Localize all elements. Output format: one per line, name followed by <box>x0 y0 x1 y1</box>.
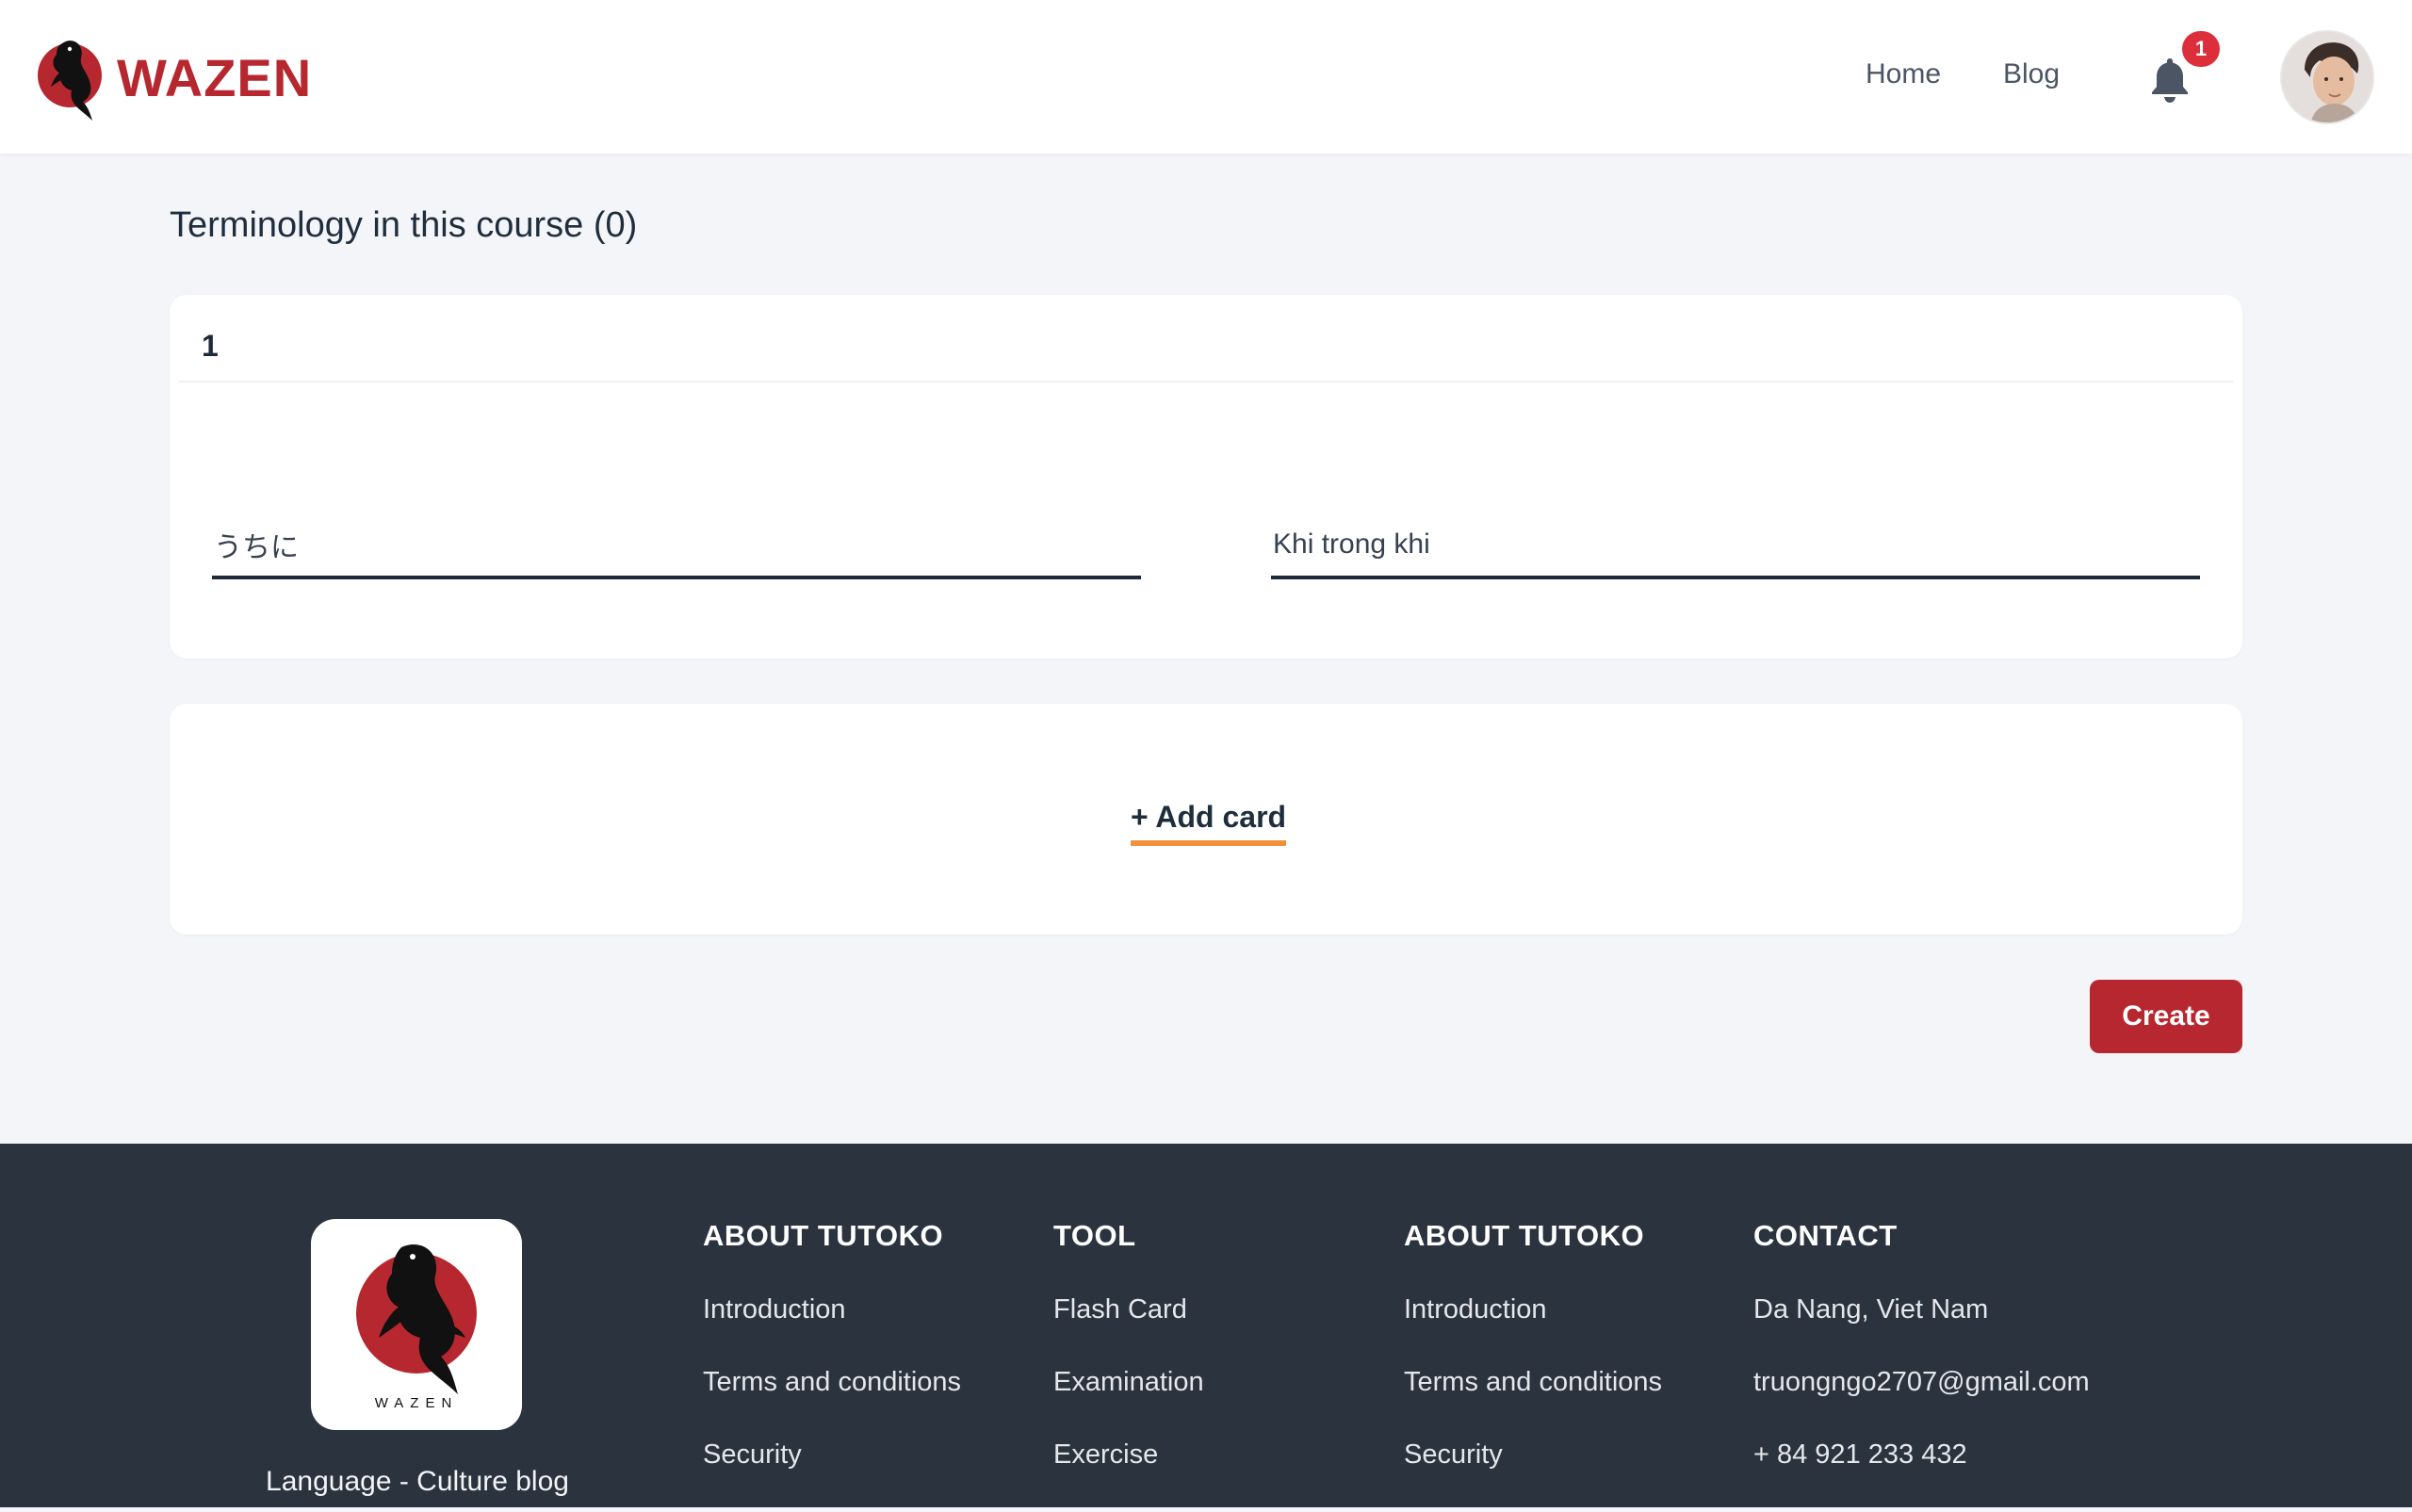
footer-link-security[interactable]: Security <box>1404 1439 1662 1471</box>
definition-input[interactable] <box>1271 521 2200 579</box>
footer-link-terms[interactable]: Terms and conditions <box>1404 1367 1662 1398</box>
notification-bell-icon[interactable] <box>2146 55 2193 104</box>
footer-link-exercise[interactable]: Exercise <box>1053 1439 1204 1471</box>
user-avatar[interactable] <box>2280 30 2374 124</box>
site-footer: WAZEN Language - Culture blog ABOUT TUTO… <box>0 1144 2412 1507</box>
terminology-section-title: Terminology in this course (0) <box>170 205 638 245</box>
footer-tagline: Language - Culture blog <box>266 1466 569 1497</box>
footer-link-introduction[interactable]: Introduction <box>703 1294 961 1325</box>
footer-link-flash-card[interactable]: Flash Card <box>1053 1294 1204 1325</box>
nav-home-link[interactable]: Home <box>1866 58 1941 90</box>
term-card-index: 1 <box>202 329 219 363</box>
add-card-panel: + Add card <box>170 704 2242 935</box>
footer-logo-wordmark: WAZEN <box>375 1395 459 1411</box>
footer-column-title: ABOUT TUTOKO <box>1404 1219 1645 1252</box>
top-navbar: WAZEN Home Blog 1 <box>0 0 2412 154</box>
user-photo-icon <box>2282 32 2372 122</box>
footer-column-about: ABOUT TUTOKO Introduction Terms and cond… <box>703 1219 961 1512</box>
koi-logo-icon: WAZEN <box>356 1244 477 1411</box>
brand-name: WAZEN <box>117 47 313 107</box>
footer-link-examination[interactable]: Examination <box>1053 1367 1204 1398</box>
koi-logo-icon <box>38 41 102 121</box>
brand-logo-link[interactable]: WAZEN <box>36 32 312 122</box>
footer-link-introduction[interactable]: Introduction <box>1404 1294 1662 1325</box>
footer-logo: WAZEN <box>311 1219 522 1430</box>
contact-address: Da Nang, Viet Nam <box>1753 1294 1989 1325</box>
contact-email[interactable]: truongngo2707@gmail.com <box>1753 1367 2090 1398</box>
term-input[interactable] <box>212 521 1141 579</box>
notification-count-badge: 1 <box>2182 31 2220 67</box>
add-card-button[interactable]: + Add card <box>1131 800 1287 846</box>
contact-phone[interactable]: + 84 921 233 432 <box>1753 1439 2090 1471</box>
create-button[interactable]: Create <box>2090 980 2242 1053</box>
nav-blog-link[interactable]: Blog <box>2003 58 2060 90</box>
term-card-divider <box>179 381 2233 382</box>
footer-column-tool: TOOL Flash Card Examination Exercise <box>1053 1219 1204 1512</box>
footer-link-terms[interactable]: Terms and conditions <box>703 1367 961 1398</box>
footer-column-contact: CONTACT Da Nang, Viet Nam truongngo2707@… <box>1753 1219 2090 1512</box>
footer-column-title: TOOL <box>1053 1219 1136 1252</box>
footer-column-title: CONTACT <box>1753 1219 1898 1252</box>
footer-link-security[interactable]: Security <box>703 1439 961 1471</box>
term-card: 1 <box>170 295 2242 658</box>
footer-column-about-2: ABOUT TUTOKO Introduction Terms and cond… <box>1404 1219 1662 1512</box>
footer-column-title: ABOUT TUTOKO <box>703 1219 944 1252</box>
